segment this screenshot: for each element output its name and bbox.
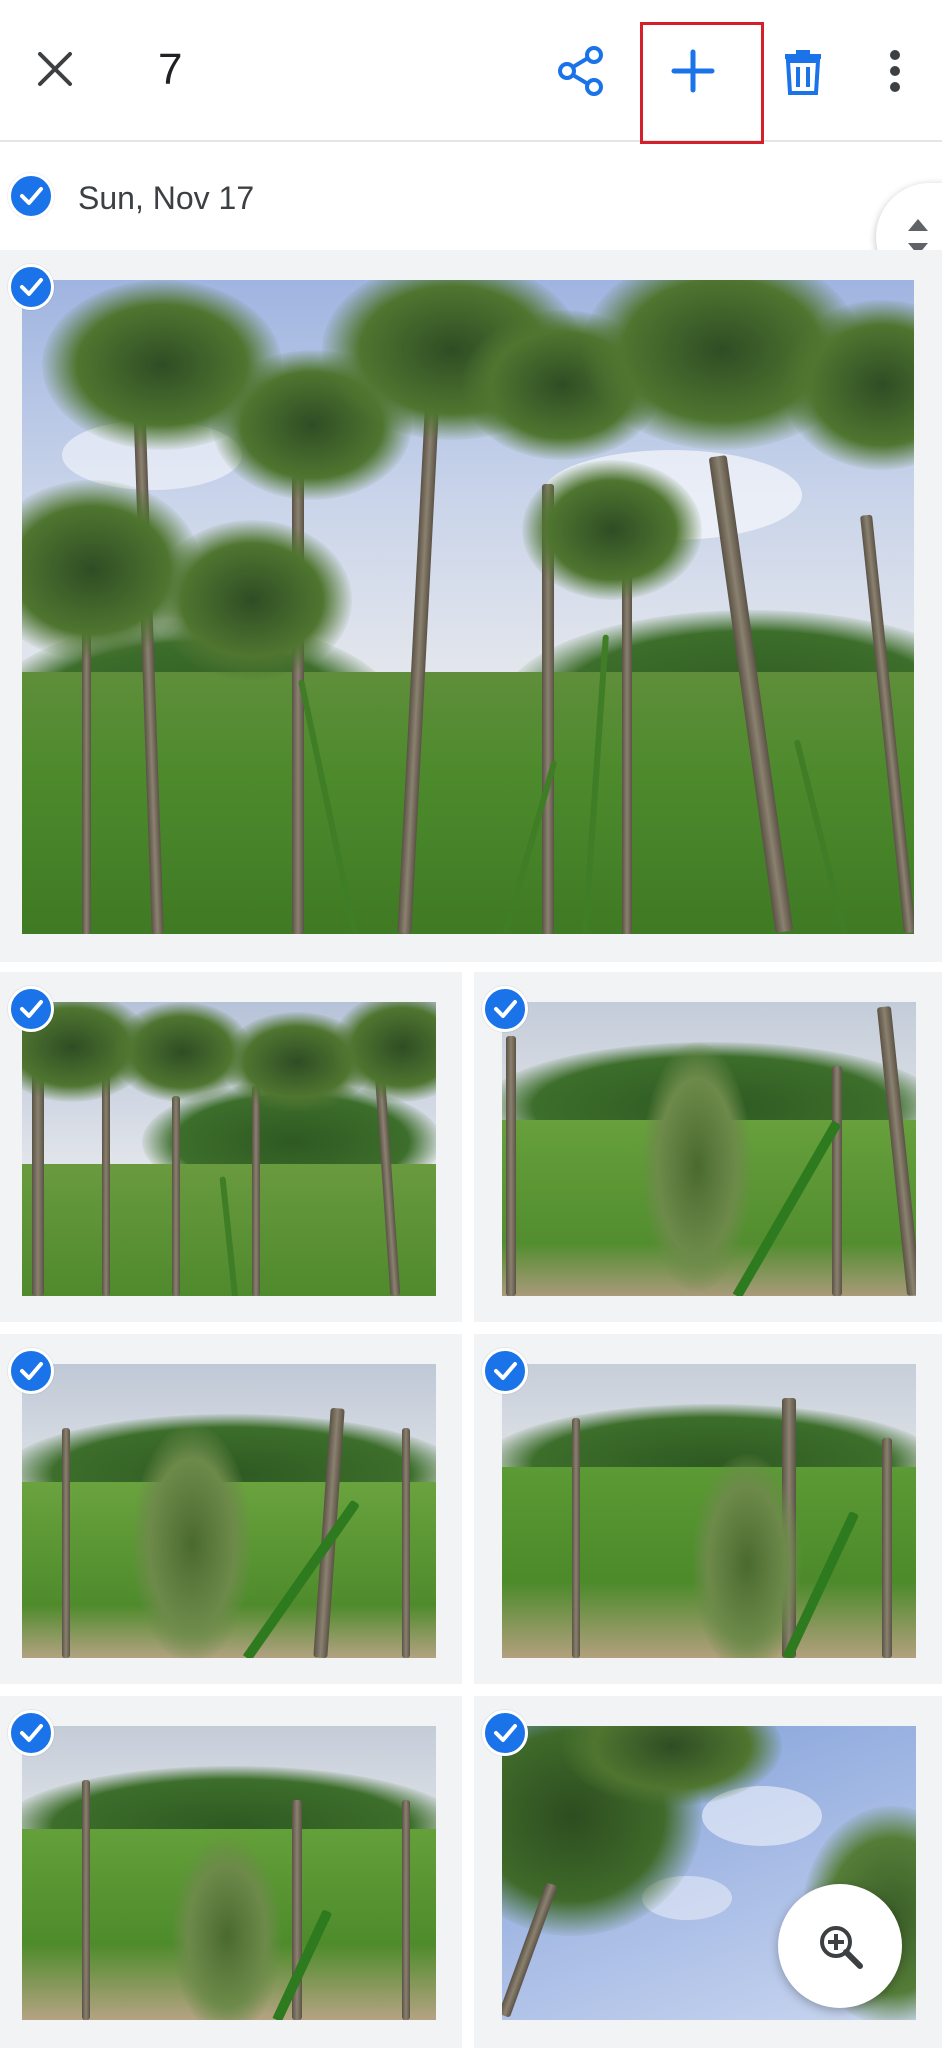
checkmark-icon <box>20 1000 43 1018</box>
checkmark-icon <box>20 187 43 205</box>
checkmark-icon <box>20 1724 43 1742</box>
photo-thumbnail[interactable] <box>22 280 914 934</box>
photo-thumbnail[interactable] <box>502 1002 916 1296</box>
checkmark-icon <box>494 1000 517 1018</box>
share-button[interactable] <box>546 36 616 106</box>
more-vert-icon <box>890 50 900 92</box>
checkmark-icon <box>494 1724 517 1742</box>
zoom-in-button[interactable] <box>778 1884 902 2008</box>
add-to-button[interactable] <box>658 36 728 106</box>
close-icon <box>38 52 72 86</box>
date-group-header: Sun, Nov 17 <box>0 150 942 246</box>
photo-select-checkbox[interactable] <box>482 986 528 1032</box>
photo-tile[interactable] <box>0 1334 462 1684</box>
trash-icon <box>785 50 821 95</box>
zoom-in-icon <box>820 1926 863 1969</box>
selection-app-bar: 7 <box>0 0 942 142</box>
photo-thumbnail[interactable] <box>22 1726 436 2020</box>
photo-tile[interactable] <box>0 1696 462 2048</box>
checkmark-icon <box>494 1362 517 1380</box>
date-label: Sun, Nov 17 <box>78 180 255 216</box>
close-selection-button[interactable] <box>22 36 88 102</box>
photo-select-checkbox[interactable] <box>8 1348 54 1394</box>
photo-tile[interactable] <box>0 250 942 962</box>
photo-tile[interactable] <box>474 972 942 1322</box>
photo-thumbnail[interactable] <box>22 1002 436 1296</box>
photo-thumbnail[interactable] <box>502 1364 916 1658</box>
photo-thumbnail[interactable] <box>22 1364 436 1658</box>
photo-tile[interactable] <box>0 972 462 1322</box>
checkmark-icon <box>20 278 43 296</box>
photo-select-checkbox[interactable] <box>8 986 54 1032</box>
photo-select-checkbox[interactable] <box>482 1348 528 1394</box>
photo-select-checkbox[interactable] <box>482 1710 528 1756</box>
plus-icon <box>671 49 715 93</box>
share-icon <box>558 46 603 96</box>
more-options-button[interactable] <box>860 36 930 106</box>
photo-tile[interactable] <box>474 1334 942 1684</box>
photo-select-checkbox[interactable] <box>8 1710 54 1756</box>
checkmark-icon <box>20 1362 43 1380</box>
date-select-checkbox[interactable] <box>8 173 54 219</box>
delete-button[interactable] <box>768 36 838 106</box>
photo-select-checkbox[interactable] <box>8 264 54 310</box>
selected-count: 7 <box>158 45 183 94</box>
